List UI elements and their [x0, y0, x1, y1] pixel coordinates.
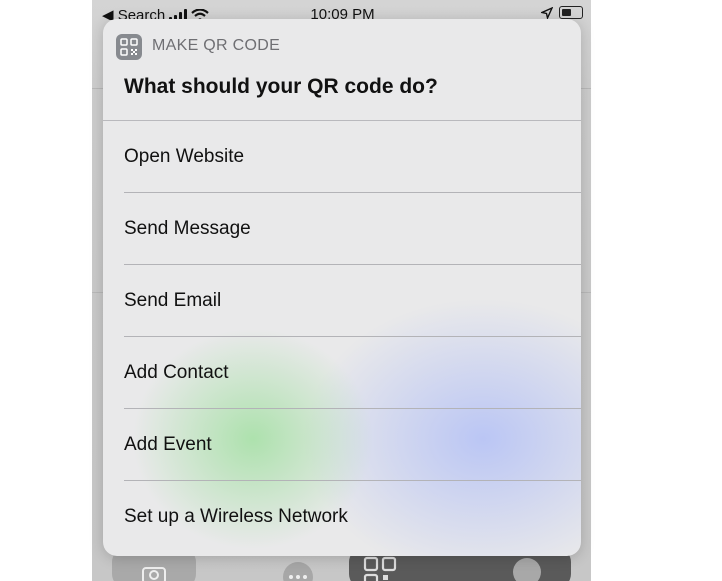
app-name: MAKE QR CODE [152, 37, 281, 54]
option-label: Send Message [124, 218, 251, 239]
option-send-email[interactable]: Send Email [103, 265, 581, 337]
message-icon [513, 558, 541, 581]
camera-icon [142, 567, 166, 581]
option-label: Set up a Wireless Network [124, 506, 348, 527]
option-label: Add Event [124, 434, 212, 455]
option-send-message[interactable]: Send Message [103, 193, 581, 265]
qr-code-app-icon [116, 34, 142, 60]
option-list: Open Website Send Message Send Email Add… [103, 121, 581, 553]
more-icon [283, 562, 313, 581]
qr-action-sheet: MAKE QR CODE What should your QR code do… [103, 19, 581, 556]
option-label: Open Website [124, 146, 245, 167]
option-add-event[interactable]: Add Event [103, 409, 581, 481]
option-open-website[interactable]: Open Website [103, 121, 581, 193]
battery-icon [559, 6, 583, 19]
option-label: Send Email [124, 290, 222, 311]
option-wireless-network[interactable]: Set up a Wireless Network [103, 481, 581, 553]
status-time: 10:09 PM [310, 6, 375, 20]
location-arrow-icon [541, 6, 553, 19]
option-label: Add Contact [124, 362, 229, 383]
option-add-contact[interactable]: Add Contact [103, 337, 581, 409]
status-bar: ◀ Search 10:09 PM [102, 0, 583, 20]
sheet-question: What should your QR code do? [124, 75, 438, 98]
qr-code-icon [363, 556, 397, 581]
sheet-header: MAKE QR CODE What should your QR code do… [103, 19, 581, 121]
